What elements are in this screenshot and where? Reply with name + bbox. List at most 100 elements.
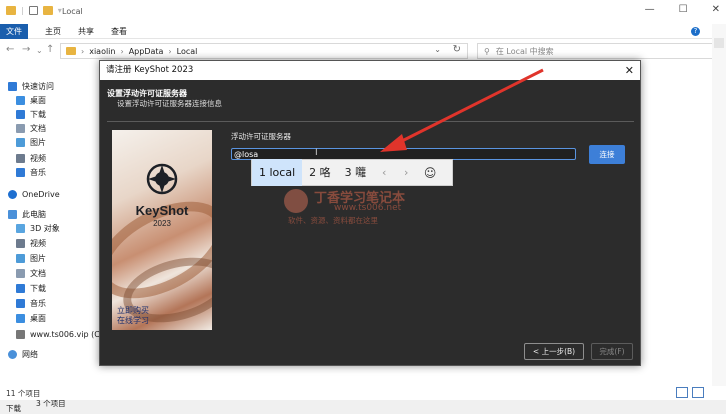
sidebar-item[interactable]: 桌面 (16, 94, 46, 106)
download-icon (16, 109, 25, 119)
breadcrumb-item[interactable]: AppData (129, 47, 164, 56)
sidebar-item[interactable]: www.ts006.vip (C (16, 328, 100, 340)
star-icon (8, 81, 17, 91)
video-icon (16, 153, 25, 163)
sidebar-item[interactable]: 视频 (16, 152, 46, 164)
ime-candidate[interactable]: 2 咯 (302, 159, 338, 186)
ime-candidate-text: 咯 (319, 166, 331, 179)
ime-candidate[interactable]: 3 囖 (338, 159, 374, 186)
navigation-bar: ← → ⌄ ↑ › xiaolin › AppData › Local ⌄ ↻ … (0, 40, 726, 62)
up-arrow-icon[interactable]: ↑ (46, 44, 54, 55)
checkbox-icon[interactable] (28, 6, 38, 15)
sidebar-item-label: 桌面 (30, 95, 46, 105)
sidebar-item[interactable]: 视频 (16, 237, 46, 249)
tab-share[interactable]: 共享 (71, 24, 101, 39)
folder-icon[interactable] (6, 6, 16, 15)
splash-product-name: KeyShot (135, 203, 189, 218)
refresh-icon[interactable]: ↻ (453, 44, 461, 55)
tab-file[interactable]: 文件 (0, 24, 28, 39)
background-window-label: 下载 (6, 404, 21, 413)
sidebar-item-label: 图片 (30, 137, 46, 147)
learn-online-link[interactable]: 在线学习 (117, 316, 149, 326)
ime-candidate-number: 2 (309, 166, 317, 179)
text-cursor-icon: I (315, 148, 318, 158)
drive-icon (16, 329, 25, 339)
ime-candidate[interactable]: 1 local (252, 159, 303, 186)
details-view-icon[interactable] (676, 387, 688, 398)
recent-dropdown-icon[interactable]: ⌄ (36, 46, 43, 55)
quick-access-toolbar: | ▾ (6, 6, 62, 15)
qa-separator: | (21, 6, 24, 15)
ime-prev-page-icon[interactable]: ‹ (373, 166, 395, 179)
sidebar-item-label: 此电脑 (22, 209, 46, 219)
new-folder-icon[interactable] (42, 6, 53, 15)
maximize-button[interactable]: ☐ (679, 4, 688, 15)
document-icon (16, 123, 25, 133)
background-item-count: 3 个项目 (36, 399, 66, 408)
sidebar-item-label: 图片 (30, 253, 46, 263)
search-icon: ⚲ (484, 46, 490, 56)
music-icon (16, 167, 25, 177)
sidebar-item-label: 音乐 (30, 298, 46, 308)
sidebar-item[interactable]: 文档 (16, 267, 46, 279)
address-folder-icon (66, 47, 76, 55)
ime-emoji-icon[interactable]: ☺ (417, 166, 443, 180)
watermark-url: www.ts006.net (334, 203, 402, 213)
desktop-icon (16, 313, 25, 323)
search-placeholder: 在 Local 中搜索 (495, 46, 554, 56)
buy-now-link[interactable]: 立即购买 (117, 306, 149, 316)
video-icon (16, 238, 25, 248)
sidebar-item[interactable]: 音乐 (16, 297, 46, 309)
picture-icon (16, 137, 25, 147)
sidebar-item[interactable]: 下载 (16, 108, 46, 120)
ime-candidate-number: 3 (344, 166, 352, 179)
tab-home[interactable]: 主页 (38, 24, 68, 39)
computer-icon (8, 209, 17, 219)
scrollbar-thumb[interactable] (714, 38, 724, 48)
cloud-icon (8, 189, 17, 199)
back-button[interactable]: < 上一步(B) (524, 343, 584, 360)
download-icon (16, 283, 25, 293)
dialog-close-button[interactable]: ✕ (625, 64, 634, 77)
window-controls: — ☐ ✕ (645, 4, 720, 15)
watermark-tagline: 软件、资源、资料都在这里 (288, 216, 378, 225)
license-server-label: 浮动许可证服务器 (231, 132, 291, 141)
navigation-pane: 快速访问 桌面 下载 文档 图片 视频 音乐 OneDrive 此电脑 3D 对象 视频 图片 文档 下载… (0, 64, 103, 386)
minimize-button[interactable]: — (645, 4, 655, 15)
ime-candidate-text: local (269, 166, 296, 179)
sidebar-item[interactable]: 图片 (16, 136, 46, 148)
sidebar-item[interactable]: 图片 (16, 252, 46, 264)
dialog-divider (107, 121, 634, 122)
breadcrumb-item[interactable]: Local (177, 47, 198, 56)
scrollbar[interactable] (712, 24, 726, 386)
sidebar-item[interactable]: 桌面 (16, 312, 46, 324)
tab-view[interactable]: 查看 (104, 24, 134, 39)
sidebar-item[interactable]: 文档 (16, 122, 46, 134)
background-window-strip: 下载 3 个项目 (0, 399, 726, 414)
forward-arrow-icon[interactable]: → (22, 44, 30, 55)
large-icons-view-icon[interactable] (692, 387, 704, 398)
sidebar-item[interactable]: 音乐 (16, 166, 46, 178)
sidebar-item[interactable]: OneDrive (8, 188, 60, 200)
breadcrumb-item[interactable]: xiaolin (89, 47, 115, 56)
connect-button[interactable]: 连接 (589, 145, 625, 164)
address-dropdown-icon[interactable]: ⌄ (434, 45, 441, 54)
close-button[interactable]: ✕ (712, 4, 720, 15)
sidebar-item[interactable]: 快速访问 (8, 80, 54, 92)
ime-next-page-icon[interactable]: › (395, 166, 417, 179)
ime-candidate-number: 1 (259, 166, 266, 179)
breadcrumb-separator: › (81, 46, 85, 56)
help-icon[interactable]: ? (691, 27, 700, 36)
ribbon: 文件 主页 共享 查看 ? ⌄ (0, 24, 726, 39)
sidebar-item[interactable]: 网络 (8, 348, 38, 360)
sidebar-item[interactable]: 此电脑 (8, 208, 46, 220)
finish-button[interactable]: 完成(F) (591, 343, 633, 360)
desktop-icon (16, 95, 25, 105)
sidebar-item[interactable]: 3D 对象 (16, 222, 60, 234)
keyshot-splash-image: KeyShot 2023 立即购买 在线学习 (112, 130, 212, 330)
sidebar-item[interactable]: 下载 (16, 282, 46, 294)
keyshot-logo-icon (146, 163, 178, 195)
search-box[interactable]: ⚲ 在 Local 中搜索 (477, 43, 717, 59)
address-bar[interactable]: › xiaolin › AppData › Local ⌄ ↻ (60, 43, 468, 59)
back-arrow-icon[interactable]: ← (6, 44, 14, 55)
